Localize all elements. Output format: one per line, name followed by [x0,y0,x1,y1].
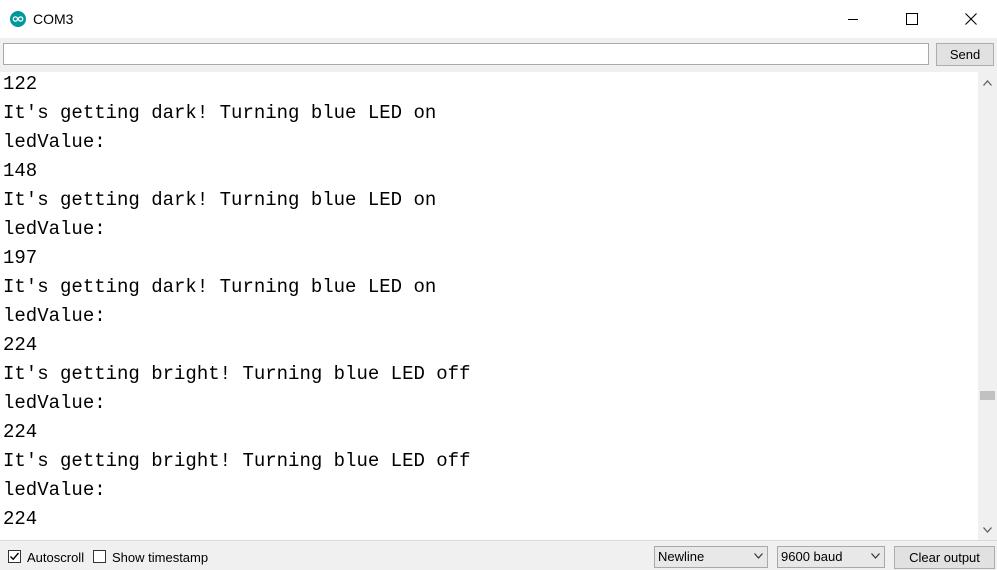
output-line: ledValue: [3,131,106,153]
output-line: ledValue: [3,305,106,327]
close-icon [964,13,977,25]
window-title: COM3 [33,11,74,27]
maximize-icon [905,13,918,25]
chevron-up-icon [983,79,992,86]
minimize-icon [847,19,858,20]
output-line: 148 [3,160,38,182]
output-line: ledValue: [3,218,106,240]
chevron-down-icon [983,526,992,533]
arduino-icon [10,11,26,27]
show-timestamp-checkbox[interactable] [93,550,106,563]
output-line: It's getting dark! Turning blue LED on [3,102,437,124]
send-bar: Send [0,38,997,73]
line-ending-select[interactable]: Newline [654,546,768,568]
output-line: 224 [3,508,38,530]
output-line: ledValue: [3,479,106,501]
output-line: It's getting bright! Turning blue LED of… [3,363,471,385]
output-line: ledValue: [3,392,106,414]
close-button[interactable] [941,0,997,38]
autoscroll-label[interactable]: Autoscroll [27,550,84,565]
serial-output: 122 It's getting dark! Turning blue LED o… [0,72,978,540]
serial-input[interactable] [3,43,929,65]
autoscroll-checkbox[interactable] [8,550,21,563]
baud-rate-select[interactable]: 9600 baud [777,546,885,568]
vertical-scrollbar[interactable] [978,72,997,540]
chevron-down-icon [871,553,880,559]
output-line: 197 [3,247,38,269]
output-line: It's getting dark! Turning blue LED on [3,189,437,211]
scroll-down-button[interactable] [978,521,997,538]
checkmark-icon [10,552,20,561]
output-line: 122 [3,73,38,95]
output-line: 224 [3,421,38,443]
maximize-button[interactable] [882,0,941,38]
clear-output-button[interactable]: Clear output [894,546,995,569]
send-button[interactable]: Send [936,43,994,66]
line-ending-value: Newline [658,549,705,564]
baud-rate-value: 9600 baud [781,549,843,564]
title-bar: COM3 [0,0,997,38]
minimize-button[interactable] [823,0,882,38]
output-line: It's getting dark! Turning blue LED on [3,276,437,298]
scroll-up-button[interactable] [978,74,997,91]
status-bar: Autoscroll Show timestamp Newline 9600 b… [0,540,997,570]
output-line: 224 [3,334,38,356]
scroll-thumb[interactable] [980,391,995,400]
output-line: It's getting bright! Turning blue LED of… [3,450,471,472]
show-timestamp-label[interactable]: Show timestamp [112,550,208,565]
chevron-down-icon [754,553,763,559]
